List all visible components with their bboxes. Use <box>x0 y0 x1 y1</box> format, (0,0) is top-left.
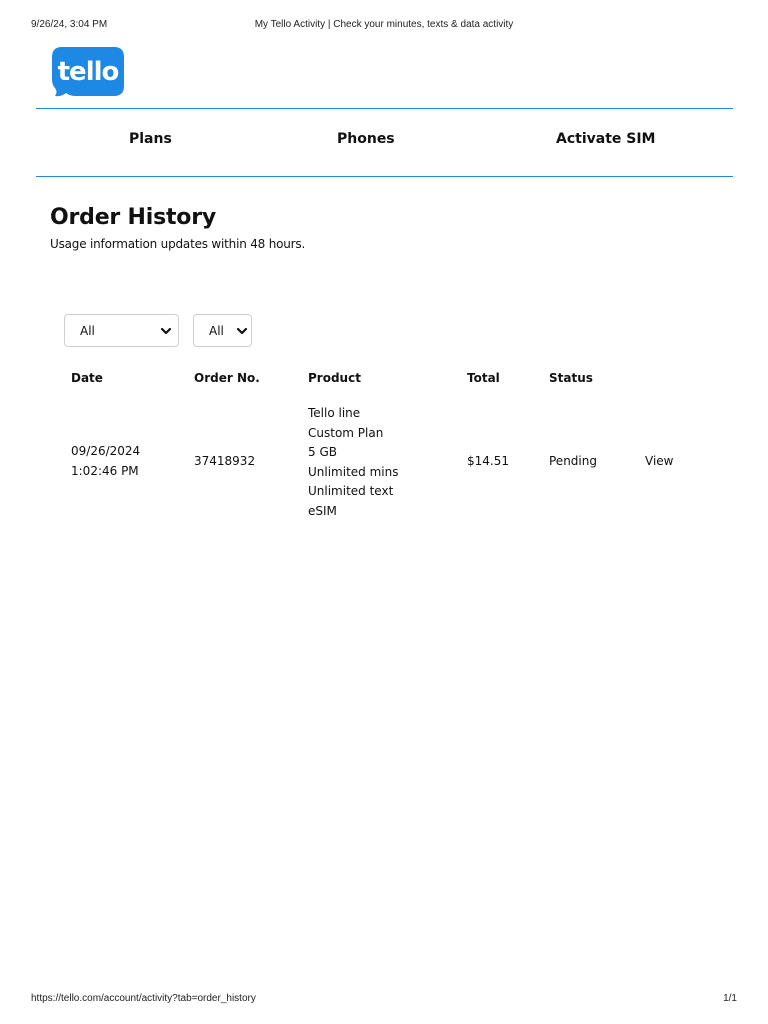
page-subtitle: Usage information updates within 48 hour… <box>50 237 306 251</box>
product-line: Custom Plan <box>308 425 384 440</box>
product-line: Unlimited mins <box>308 464 399 479</box>
nav-item-plans[interactable]: Plans <box>129 131 172 147</box>
nav-divider-top <box>36 108 733 109</box>
print-url: https://tello.com/account/activity?tab=o… <box>31 993 256 1004</box>
filter-selected-value: All <box>209 324 224 338</box>
order-number: 37418932 <box>194 454 256 468</box>
column-header-total: Total <box>467 371 500 385</box>
column-header-date: Date <box>71 371 103 385</box>
order-product: Tello line Custom Plan 5 GB Unlimited mi… <box>308 404 398 521</box>
order-date-time: 1:02:46 PM <box>71 463 139 478</box>
column-header-product: Product <box>308 371 361 385</box>
column-header-status: Status <box>549 371 593 385</box>
chevron-down-icon <box>236 327 248 335</box>
tello-logo[interactable]: tello <box>52 47 124 97</box>
product-line: Tello line <box>308 406 361 420</box>
page-title: Order History <box>50 205 216 230</box>
order-date-day: 09/26/2024 <box>71 444 141 458</box>
print-footer: https://tello.com/account/activity?tab=o… <box>0 993 768 1007</box>
nav-item-activate-sim[interactable]: Activate SIM <box>556 131 655 147</box>
column-header-order-no: Order No. <box>194 371 260 385</box>
product-line: eSIM <box>308 503 337 518</box>
print-page-number: 1/1 <box>723 993 737 1004</box>
view-order-link[interactable]: View <box>645 452 673 472</box>
print-page-title: My Tello Activity | Check your minutes, … <box>254 19 514 30</box>
filter-selected-value: All <box>80 324 95 338</box>
order-date: 09/26/2024 1:02:46 PM <box>71 442 140 481</box>
main-nav: Plans Phones Activate SIM <box>0 131 768 153</box>
nav-divider-bottom <box>36 176 733 177</box>
chevron-down-icon <box>160 327 172 335</box>
order-status: Pending <box>549 454 597 468</box>
print-header: 9/26/24, 3:04 PM My Tello Activity | Che… <box>0 19 768 33</box>
order-type-filter-select[interactable]: All <box>64 314 179 347</box>
status-filter-select[interactable]: All <box>193 314 252 347</box>
product-line: Unlimited text <box>308 484 394 498</box>
tello-logo-mark: tello <box>52 47 124 97</box>
product-line: 5 GB <box>308 445 337 459</box>
order-total: $14.51 <box>467 454 509 468</box>
logo-text: tello <box>58 57 119 87</box>
nav-item-phones[interactable]: Phones <box>337 131 395 147</box>
